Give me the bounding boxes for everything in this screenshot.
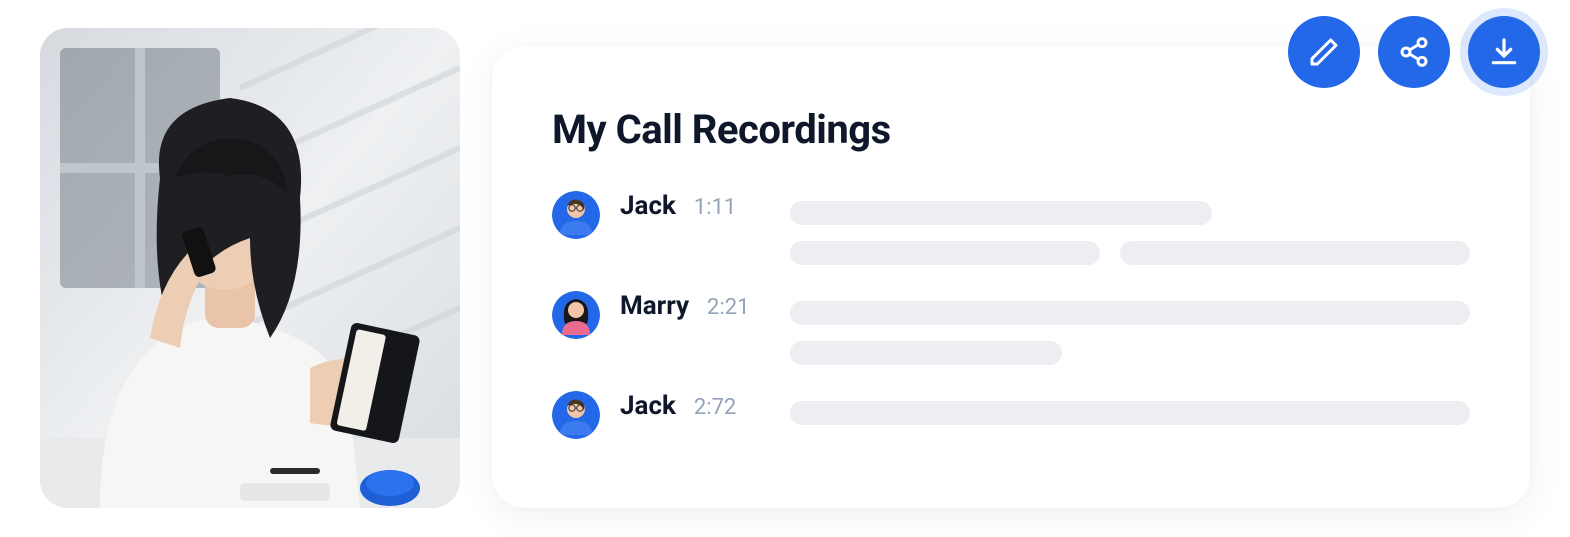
profile-photo [40, 28, 460, 508]
share-icon [1398, 36, 1430, 68]
recording-entry[interactable]: Jack 2:72 [552, 391, 1470, 439]
recording-name: Jack [620, 191, 676, 221]
action-toolbar [1288, 16, 1540, 88]
recording-name: Jack [620, 391, 676, 421]
download-icon [1488, 36, 1520, 68]
transcript-placeholder [790, 291, 1470, 365]
recording-entry[interactable]: Jack 1:11 [552, 191, 1470, 265]
share-button[interactable] [1378, 16, 1450, 88]
recording-time: 1:11 [694, 195, 736, 220]
recording-time: 2:72 [694, 395, 736, 420]
download-button[interactable] [1468, 16, 1540, 88]
edit-button[interactable] [1288, 16, 1360, 88]
recording-time: 2:21 [707, 295, 749, 320]
avatar [552, 291, 600, 339]
recording-name: Marry [620, 291, 689, 321]
card-title: My Call Recordings [552, 106, 1470, 153]
pencil-icon [1308, 36, 1340, 68]
recordings-card: My Call Recordings Jack 1:11 Marry 2:21 [492, 46, 1530, 508]
avatar [552, 391, 600, 439]
transcript-placeholder [790, 191, 1470, 265]
transcript-placeholder [790, 391, 1470, 425]
recording-entry[interactable]: Marry 2:21 [552, 291, 1470, 365]
avatar [552, 191, 600, 239]
